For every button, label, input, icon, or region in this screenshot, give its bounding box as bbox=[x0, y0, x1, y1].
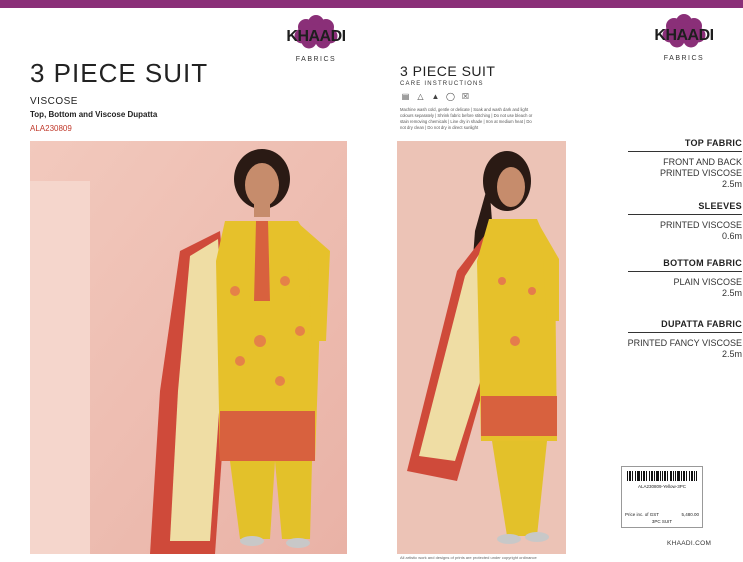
brand-tagline: FABRICS bbox=[663, 55, 705, 62]
spec-amount: 2.5m bbox=[721, 348, 742, 359]
wash-icon: ▤ bbox=[401, 92, 410, 101]
product-code: ALA230809 bbox=[30, 124, 72, 133]
spec-heading: SLEEVES bbox=[698, 201, 742, 211]
barcode-label: ALA230809-Yellow-3PC Price inc. of GST 5… bbox=[621, 466, 703, 528]
copyright-footer: All artistic work and designs of prints … bbox=[400, 555, 537, 560]
divider bbox=[628, 332, 742, 333]
spec-description: PRINTED FANCY VISCOSE bbox=[627, 338, 742, 348]
spec-top-fabric: TOP FABRIC FRONT AND BACK PRINTED VISCOS… bbox=[600, 138, 742, 189]
spec-heading: BOTTOM FABRIC bbox=[663, 258, 742, 268]
spec-description-2: PRINTED VISCOSE bbox=[659, 167, 742, 178]
spec-bottom-fabric: BOTTOM FABRIC PLAIN VISCOSE 2.5m bbox=[600, 258, 742, 299]
spec-heading: TOP FABRIC bbox=[684, 138, 742, 148]
spec-heading: DUPATTA FABRIC bbox=[661, 319, 742, 329]
fabric-type: VISCOSE bbox=[30, 96, 78, 107]
barcode-sku: ALA230809-Yellow-3PC bbox=[637, 484, 687, 489]
spec-description: PLAIN VISCOSE bbox=[673, 277, 742, 287]
spec-amount: 0.6m bbox=[721, 230, 742, 241]
khaadi-logo-right: KHAADI FABRICS bbox=[653, 14, 715, 62]
product-title-secondary: 3 PIECE SUIT bbox=[400, 63, 496, 79]
no-dry-clean-icon: ◯ bbox=[446, 92, 455, 101]
divider bbox=[628, 151, 742, 152]
product-subtitle: Top, Bottom and Viscose Dupatta bbox=[30, 110, 158, 119]
care-icons: ▤ △ ▲ ◯ ☒ bbox=[400, 92, 471, 101]
brand-tagline: FABRICS bbox=[295, 56, 337, 63]
care-instructions-text: Machine wash cold, gentle or delicate | … bbox=[400, 107, 533, 131]
price-value: 5,480.00 bbox=[681, 512, 699, 517]
spec-dupatta-fabric: DUPATTA FABRIC PRINTED FANCY VISCOSE 2.5… bbox=[600, 319, 742, 360]
top-accent-bar bbox=[0, 0, 743, 8]
spec-amount: 2.5m bbox=[721, 178, 742, 189]
product-title: 3 PIECE SUIT bbox=[30, 58, 209, 88]
no-bleach-icon: △ bbox=[417, 92, 424, 101]
barcode-icon bbox=[627, 471, 697, 481]
care-instructions-heading: CARE INSTRUCTIONS bbox=[400, 81, 484, 87]
khaadi-logo: KHAADI FABRICS bbox=[285, 15, 347, 63]
no-tumble-dry-icon: ☒ bbox=[461, 92, 470, 101]
brand-name: KHAADI bbox=[654, 27, 714, 44]
product-type: 3PC SUIT bbox=[651, 519, 673, 524]
divider bbox=[628, 271, 742, 272]
spec-description: FRONT AND BACK bbox=[663, 157, 742, 167]
model-photo-front bbox=[30, 141, 347, 554]
spec-description: PRINTED VISCOSE bbox=[659, 220, 742, 230]
divider bbox=[628, 214, 742, 215]
spec-amount: 2.5m bbox=[721, 287, 742, 298]
iron-icon: ▲ bbox=[431, 92, 440, 101]
model-photo-side bbox=[397, 141, 566, 554]
website-link[interactable]: KHAADI.COM bbox=[667, 540, 711, 547]
spec-sleeves: SLEEVES PRINTED VISCOSE 0.6m bbox=[600, 201, 742, 242]
brand-name: KHAADI bbox=[286, 28, 346, 45]
